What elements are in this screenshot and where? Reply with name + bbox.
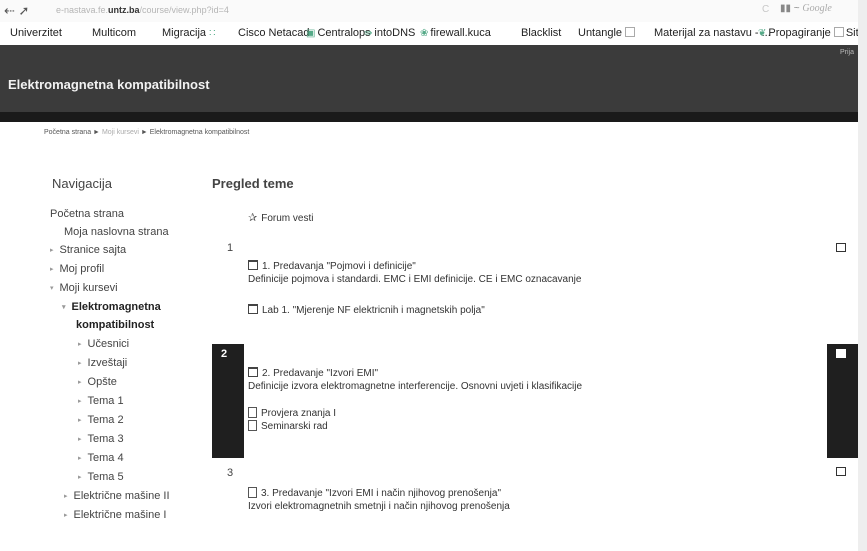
quiz-link[interactable]: Provjera znanja I [248, 407, 336, 419]
nav-item-topic-1[interactable]: ▸ Tema 1 [78, 395, 124, 407]
quiz-icon [248, 407, 257, 418]
bookmark-intodns[interactable]: ⇛ intoDNS [364, 27, 415, 39]
completion-checkbox[interactable] [836, 349, 846, 358]
breadcrumb-my-courses[interactable]: Moji kursevi [102, 129, 139, 136]
bookmark-materijal[interactable]: Materijal za nastavu - ... [654, 27, 771, 39]
url-path: /course/view.php?id=4 [139, 5, 229, 15]
nav-item-my-courses[interactable]: ▾ Moji kursevi [50, 282, 118, 294]
chevron-right-icon: ▸ [78, 398, 82, 405]
bookmark-migracija[interactable]: Migracija ∷ [162, 27, 217, 39]
bookmark-univerzitet[interactable]: Univerzitet [10, 27, 62, 39]
section-description: Izvori elektromagnetnih smetnji i način … [248, 501, 510, 512]
bookmark-centralops[interactable]: ▣ Centralops [306, 27, 371, 39]
chevron-down-icon: ▾ [50, 285, 54, 292]
completion-checkbox[interactable] [836, 243, 846, 252]
bookmarks-bar: Univerzitet Multicom Migracija ∷ Cisco N… [0, 24, 858, 44]
forum-icon: ✰ [248, 212, 258, 224]
section-description: Definicije izvora elektromagnetne interf… [248, 381, 583, 392]
grid-icon: ∷ [209, 28, 216, 39]
navigation-title: Navigacija [52, 176, 112, 191]
nav-item-topic-4[interactable]: ▸ Tema 4 [78, 452, 124, 464]
page-title: Pregled teme [212, 176, 294, 191]
chevron-right-icon: ▸ [78, 436, 82, 443]
resource-link[interactable]: 2. Predavanje "Izvori EMI" [248, 367, 378, 379]
page-icon [833, 27, 844, 37]
nav-item-course-em2[interactable]: ▸ Električne mašine II [64, 490, 170, 502]
breadcrumb: Početna strana ► Moji kursevi ► Elektrom… [44, 129, 249, 136]
breadcrumb-current[interactable]: Elektromagnetna kompatibilnost [150, 129, 250, 136]
course-title: Elektromagnetna kompatibilnost [8, 77, 210, 92]
login-link[interactable]: Prija [840, 49, 854, 56]
bookmark-propagiranje[interactable]: ❦Propagiranje Site [758, 27, 858, 39]
section-highlight-right [827, 344, 858, 458]
nav-item-topic-5[interactable]: ▸ Tema 5 [78, 471, 124, 483]
resource-link[interactable]: Lab 1. "Mjerenje NF elektricnih i magnet… [248, 304, 485, 316]
search-engine-selector[interactable]: ▮▮ ~ Google [780, 3, 832, 14]
breadcrumb-home[interactable]: Početna strana [44, 129, 91, 136]
file-icon [248, 260, 258, 270]
nav-item-course-em1[interactable]: ▸ Električne mašine I [64, 509, 166, 521]
assignment-link[interactable]: Seminarski rad [248, 420, 328, 432]
page-icon [625, 27, 636, 37]
centralops-icon: ▣ [306, 28, 316, 39]
chevron-right-icon: ▸ [78, 455, 82, 462]
nav-item-participants[interactable]: ▸ Učesnici [78, 338, 129, 350]
section-highlight-left: 2 [212, 344, 244, 458]
search-engine-name: Google [802, 3, 832, 14]
resource-link[interactable]: 3. Predavanje "Izvori EMI i način njihov… [248, 487, 501, 499]
browser-window: ⇠ ➚ e-nastava.fe.untz.ba/course/view.php… [0, 0, 858, 551]
reload-icon[interactable]: C [762, 4, 769, 15]
bookmark-multicom[interactable]: Multicom [92, 27, 136, 39]
search-engine-icon: ▮▮ ~ [780, 3, 800, 14]
file-icon [248, 304, 258, 314]
bookmark-untangle[interactable]: Untangle [578, 27, 637, 39]
forum-link[interactable]: ✰ Forum vesti [248, 211, 313, 224]
assignment-icon [248, 420, 257, 431]
nav-item-my-profile[interactable]: ▸ Moj profil [50, 263, 104, 275]
section-number: 1 [227, 242, 234, 254]
breadcrumb-separator: ► [140, 129, 148, 136]
nav-item-general[interactable]: ▸ Opšte [78, 376, 117, 388]
chevron-right-icon: ▸ [64, 512, 68, 519]
completion-checkbox[interactable] [836, 467, 846, 476]
chevron-right-icon: ▸ [50, 266, 54, 273]
nav-item-topic-2[interactable]: ▸ Tema 2 [78, 414, 124, 426]
nav-item-current-course[interactable]: ▾ Elektromagnetna [62, 301, 161, 313]
file-icon [248, 367, 258, 377]
propagiranje-icon: ❦ [758, 28, 767, 39]
document-icon [248, 487, 257, 498]
chevron-right-icon: ▸ [50, 247, 54, 254]
bookmark-cisco-netacad[interactable]: Cisco Netacad [238, 27, 310, 39]
section-number: 3 [227, 467, 234, 479]
bookmark-blacklist[interactable]: Blacklist [521, 27, 561, 39]
section-description: Definicije pojmova i standardi. EMC i EM… [248, 274, 582, 285]
nav-item-reports[interactable]: ▸ Izveštaji [78, 357, 127, 369]
address-bar[interactable]: ⇠ ➚ e-nastava.fe.untz.ba/course/view.php… [0, 0, 858, 22]
resource-link[interactable]: 1. Predavanja "Pojmovi i definicije" [248, 260, 416, 272]
nav-item-dashboard[interactable]: Moja naslovna strana [64, 226, 169, 238]
navbar-strip [0, 112, 858, 122]
section-number: 2 [221, 348, 228, 360]
chevron-right-icon: ▸ [78, 360, 82, 367]
intodns-icon: ⇛ [364, 28, 373, 39]
chevron-right-icon: ▸ [78, 341, 82, 348]
back-arrow-icon[interactable]: ⇠ ➚ [4, 3, 29, 19]
nav-item-topic-3[interactable]: ▸ Tema 3 [78, 433, 124, 445]
course-header: Elektromagnetna kompatibilnost Prija [0, 45, 858, 122]
chevron-down-icon: ▾ [62, 304, 66, 311]
url-prefix: e-nastava.fe. [56, 5, 109, 15]
nav-item-current-course-line2[interactable]: kompatibilnost [76, 319, 154, 331]
chevron-right-icon: ▸ [78, 474, 82, 481]
chevron-right-icon: ▸ [78, 379, 82, 386]
url-field[interactable]: e-nastava.fe.untz.ba/course/view.php?id=… [56, 5, 229, 15]
nav-item-home[interactable]: Početna strana [50, 208, 124, 220]
breadcrumb-separator: ► [93, 129, 100, 136]
link-icon: ❀ [420, 28, 429, 39]
bookmark-firewall-kuca[interactable]: ❀ firewall.kuca [420, 27, 491, 39]
nav-item-site-pages[interactable]: ▸ Stranice sajta [50, 244, 126, 256]
url-domain: untz.ba [108, 5, 140, 15]
chevron-right-icon: ▸ [78, 417, 82, 424]
chevron-right-icon: ▸ [64, 493, 68, 500]
